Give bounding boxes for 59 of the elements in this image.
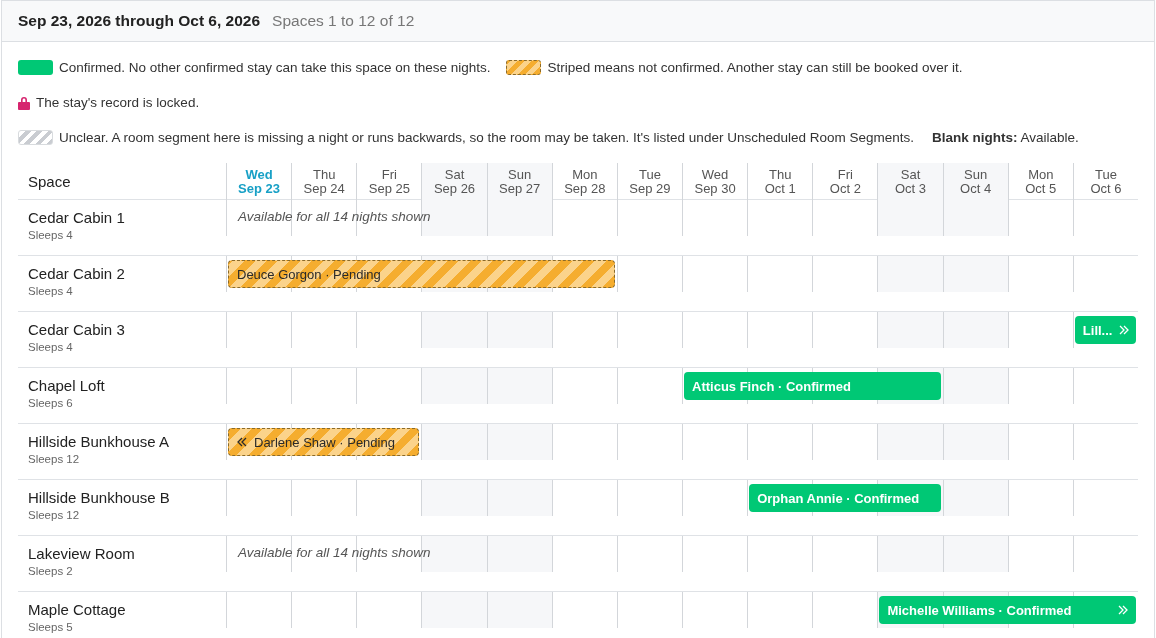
stay-label: Darlene Shaw · Pending — [254, 434, 395, 450]
legend-text: The stay's record is locked. — [36, 95, 200, 110]
stay-label: Orphan Annie · Confirmed — [757, 490, 920, 506]
legend-text: Unclear. A room segment here is missing a night or runs backwards, so the room may be taken. It's listed under Unscheduled Room Segments. — [59, 130, 914, 145]
stay-label: Atticus Finch · Confirmed — [692, 378, 851, 394]
legend-text: Blank nights: Available. — [932, 130, 1079, 145]
space-name: Chapel Loft — [28, 377, 106, 394]
stay-bar[interactable]: Deuce Gorgon · Pending — [228, 260, 615, 288]
space-capacity: Sleeps 12 — [28, 509, 81, 521]
confirmed-swatch — [18, 60, 53, 75]
space-name: Cedar Cabin 3 — [28, 321, 126, 338]
unclear-swatch — [18, 130, 53, 145]
day-header: Thu Sep 24 — [291, 163, 357, 203]
double-chevron-right-icon — [1119, 325, 1130, 335]
stay-label: Lill... — [1082, 322, 1113, 338]
striped-swatch — [506, 60, 542, 75]
space-name: Cedar Cabin 1 — [28, 209, 126, 226]
space-name: Hillside Bunkhouse B — [28, 489, 171, 506]
space-capacity: Sleeps 4 — [28, 341, 74, 353]
double-chevron-left-icon — [237, 437, 247, 447]
space-capacity: Sleeps 4 — [28, 285, 74, 297]
column-header: Space — [28, 172, 71, 190]
night-grid[interactable]: Lill... — [226, 312, 1138, 348]
day-header: Sun Sep 27 — [486, 163, 552, 203]
lock-icon — [18, 95, 30, 110]
stay-bar[interactable]: Lill... — [1074, 316, 1136, 344]
space-name: Lakeview Room — [28, 545, 136, 562]
day-header: Thu Oct 1 — [747, 163, 813, 203]
stay-bar[interactable]: Darlene Shaw · Pending — [228, 428, 420, 456]
stay-bar[interactable]: Atticus Finch · Confirmed — [684, 372, 941, 400]
space-capacity: Sleeps 6 — [28, 397, 74, 409]
availability-note: Available for all 14 nights shown — [238, 545, 431, 560]
stay-bar[interactable]: Michelle Williams · Confirmed — [879, 596, 1136, 624]
day-header: Mon Oct 5 — [1007, 163, 1073, 203]
stay-label: Deuce Gorgon · Pending — [237, 266, 381, 282]
day-header: Tue Oct 6 — [1072, 163, 1138, 203]
day-header: Mon Sep 28 — [551, 163, 617, 203]
space-capacity: Sleeps 5 — [28, 621, 74, 633]
availability-note: Available for all 14 nights shown — [238, 209, 431, 224]
double-chevron-right-icon — [1118, 605, 1128, 615]
legend-text: Striped means not confirmed. Another stay can still be booked over it. — [547, 60, 963, 75]
date-range: Sep 23, 2026 through Oct 6, 2026 — [18, 12, 261, 30]
day-header: Tue Sep 29 — [616, 163, 682, 203]
day-header: Sat Sep 26 — [421, 163, 487, 203]
space-capacity: Sleeps 4 — [28, 229, 74, 241]
space-name: Hillside Bunkhouse A — [28, 433, 170, 450]
night-grid[interactable]: Michelle Williams · Confirmed — [226, 592, 1138, 628]
stay-bar[interactable]: Orphan Annie · Confirmed — [749, 484, 941, 512]
space-name: Maple Cottage — [28, 601, 127, 618]
day-header: Wed Sep 23 — [226, 163, 292, 203]
space-capacity: Sleeps 2 — [28, 565, 74, 577]
legend-text: Confirmed. No other confirmed stay can take this space on these nights. — [59, 60, 491, 75]
day-header: Sun Oct 4 — [942, 163, 1008, 203]
space-name: Cedar Cabin 2 — [28, 265, 126, 282]
day-header: Sat Oct 3 — [877, 163, 943, 203]
space-capacity: Sleeps 12 — [28, 453, 81, 465]
stay-label: Michelle Williams · Confirmed — [887, 602, 1072, 618]
day-header: Wed Sep 30 — [682, 163, 748, 203]
space-count: Spaces 1 to 12 of 12 — [272, 12, 415, 30]
